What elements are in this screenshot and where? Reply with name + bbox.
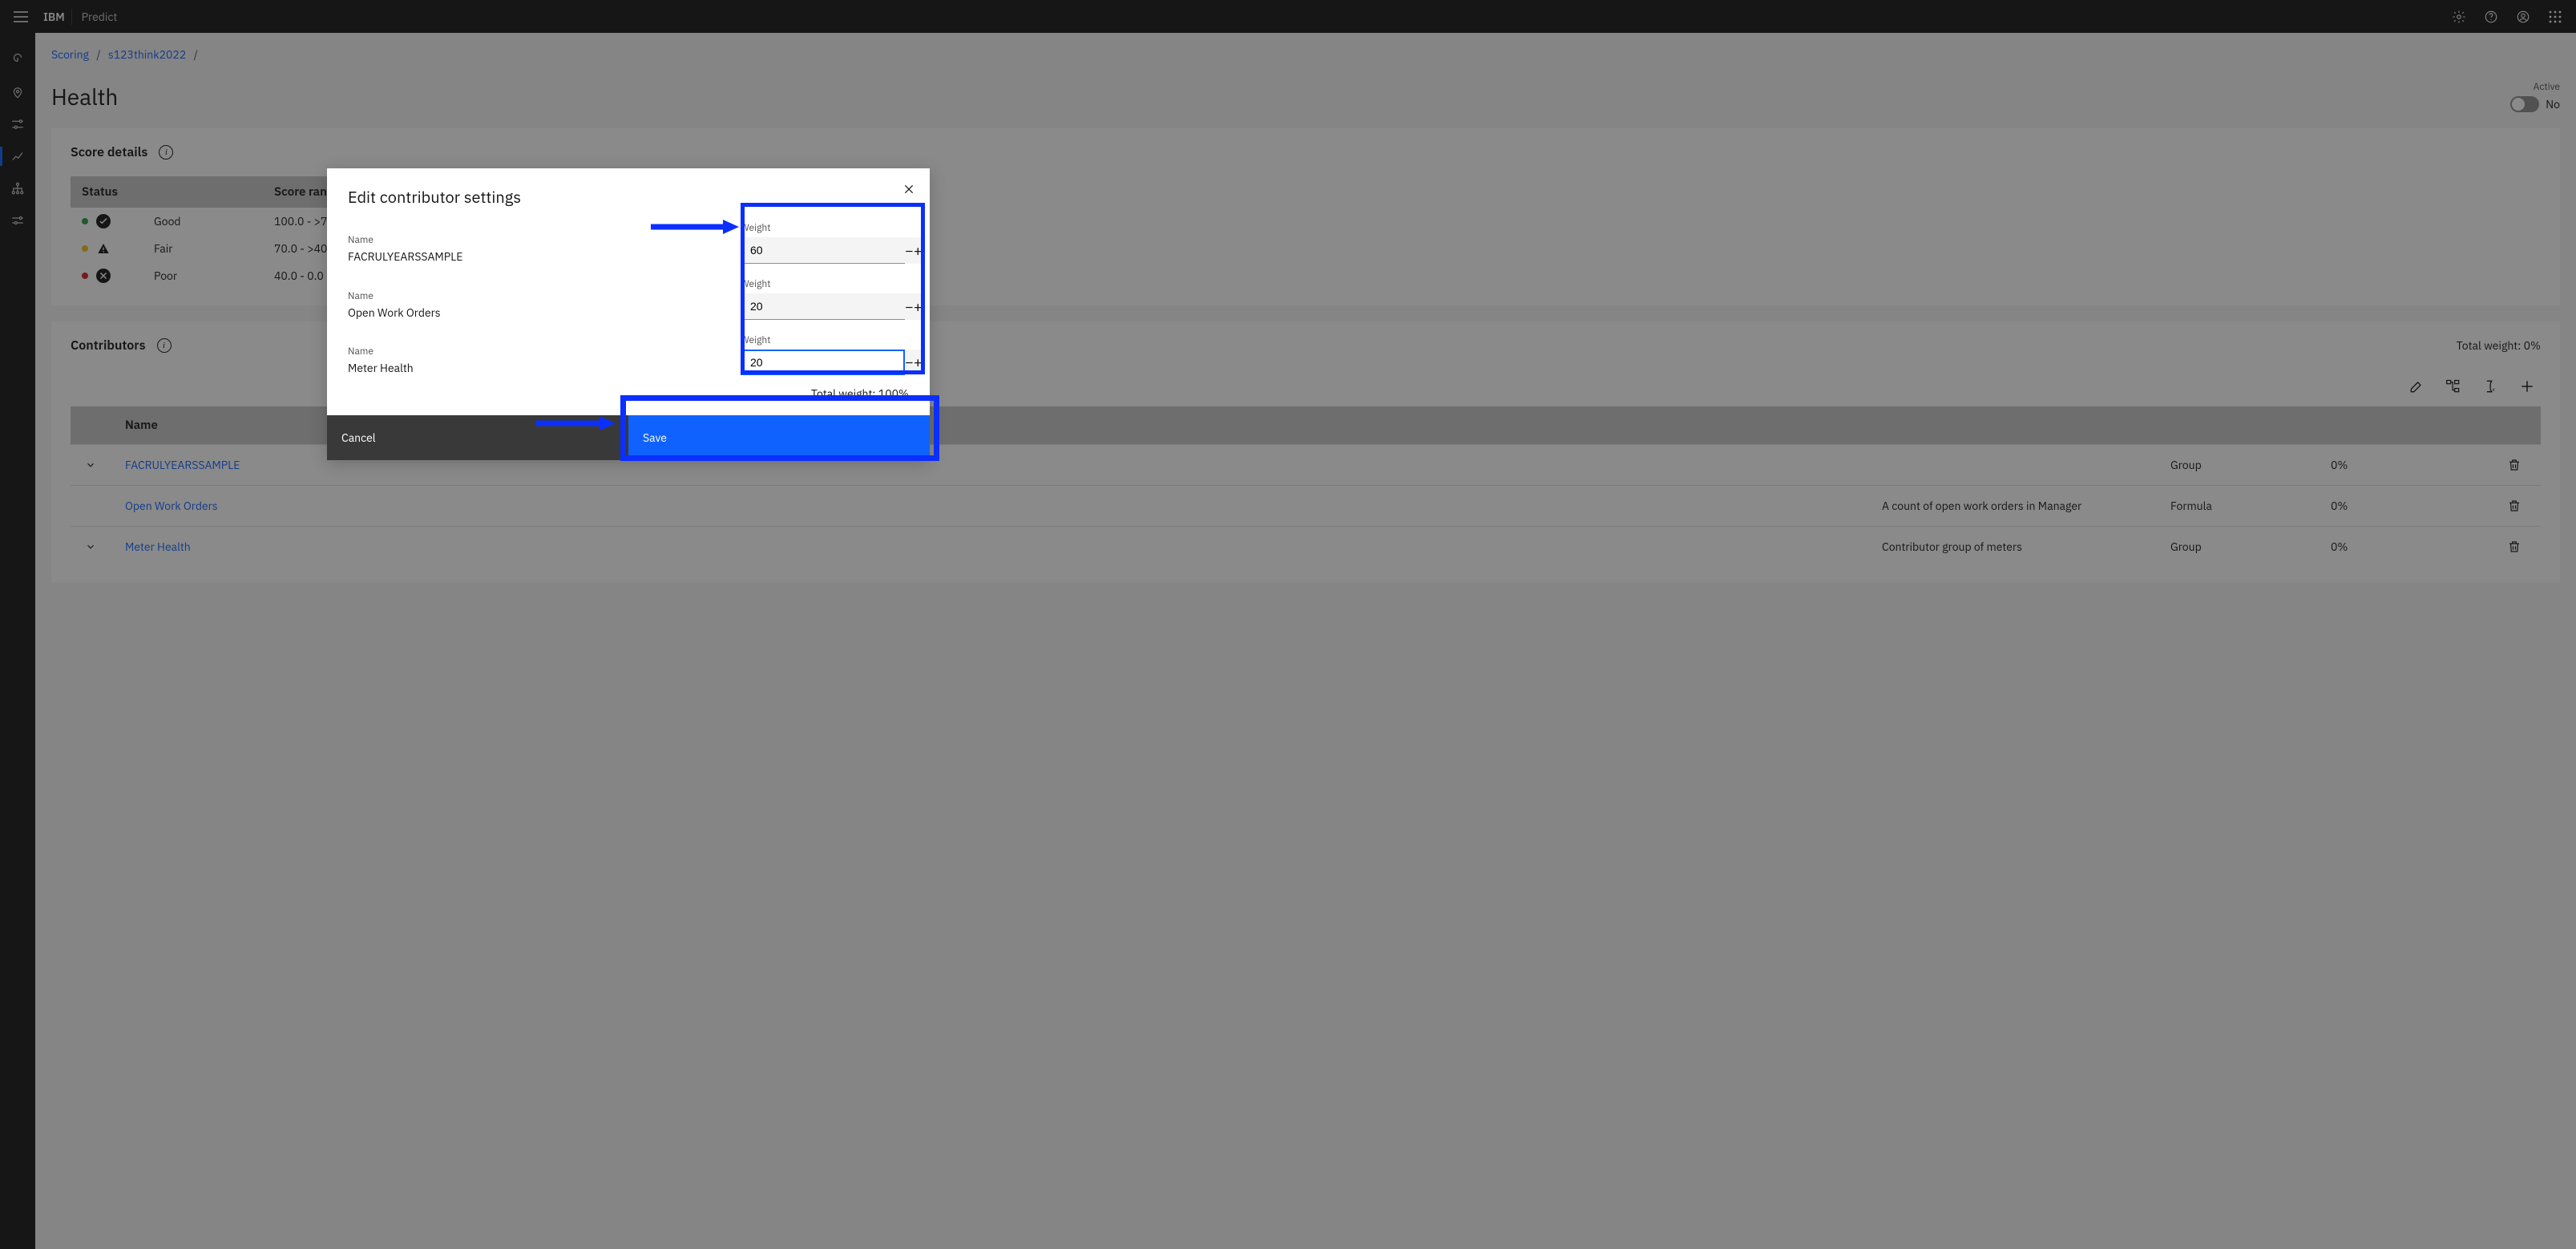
name-label: Name xyxy=(348,290,676,302)
decrement-button[interactable]: − xyxy=(905,293,914,320)
cancel-label: Cancel xyxy=(341,430,376,445)
edit-contributor-modal: Edit contributor settings Name FACRULYEA… xyxy=(327,168,930,460)
contributor-name: Meter Health xyxy=(348,361,676,375)
modal-title: Edit contributor settings xyxy=(348,186,909,208)
weight-label: Weight xyxy=(741,334,909,346)
weight-input[interactable] xyxy=(741,350,905,375)
close-icon xyxy=(902,183,915,196)
increment-button[interactable]: + xyxy=(914,237,923,264)
weight-input[interactable] xyxy=(741,293,905,320)
increment-button[interactable]: + xyxy=(914,350,923,375)
decrement-button[interactable]: − xyxy=(905,350,914,375)
name-label: Name xyxy=(348,346,676,358)
save-button[interactable]: Save xyxy=(628,415,930,460)
cancel-button[interactable]: Cancel xyxy=(327,415,628,460)
name-label: Name xyxy=(348,234,676,246)
contributor-name: Open Work Orders xyxy=(348,305,676,320)
weight-label: Weight xyxy=(741,222,909,234)
weight-label: Weight xyxy=(741,278,909,290)
decrement-button[interactable]: − xyxy=(905,237,914,264)
contributor-name: FACRULYEARSSAMPLE xyxy=(348,249,676,264)
weight-input[interactable] xyxy=(741,237,905,264)
save-label: Save xyxy=(643,430,667,445)
total-weight-label: Total weight: 100% xyxy=(348,386,909,401)
increment-button[interactable]: + xyxy=(914,293,923,320)
modal-close-button[interactable] xyxy=(902,183,915,196)
